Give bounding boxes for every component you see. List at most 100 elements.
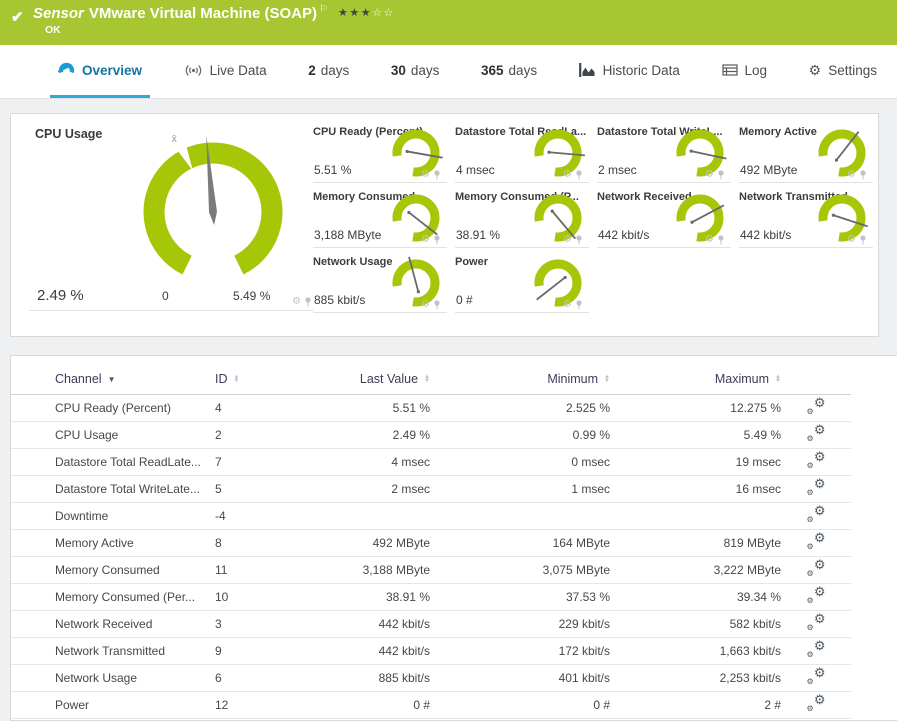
gear-icon: ⚙ — [813, 529, 826, 545]
pin-icon[interactable] — [859, 170, 867, 180]
pin-icon[interactable] — [859, 235, 867, 245]
channel-settings-icon[interactable]: ⚙ ⚙ — [807, 693, 826, 713]
gear-icon[interactable]: ⚙ — [421, 170, 430, 180]
star-icon[interactable]: ★ — [361, 7, 372, 19]
pin-icon[interactable] — [717, 170, 725, 180]
minimum-cell: 172 kbit/s — [430, 637, 610, 665]
tab-prefix: 30 — [390, 62, 406, 78]
channel-settings-icon[interactable]: ⚙ ⚙ — [806, 558, 826, 578]
minimum-cell: 0 msec — [430, 448, 610, 476]
gear-icon: ⚙ — [813, 475, 826, 491]
table-row: Network Received 3 442 kbit/s 229 kbit/s… — [11, 610, 851, 638]
gear-icon[interactable]: ⚙ — [705, 170, 714, 180]
star-icon[interactable]: ★ — [338, 7, 349, 19]
gauge-tools[interactable]: ⚙ — [847, 170, 867, 180]
gear-icon: ⚙ — [806, 541, 814, 551]
gear-icon: ⚙ — [806, 568, 814, 578]
mini-gauge-network-received[interactable]: Network Received 442 kbit/s ⚙ — [597, 191, 731, 248]
gauge-tools[interactable]: ⚙ — [421, 170, 441, 180]
average-marker: x̄ — [172, 134, 177, 145]
flag-icon[interactable]: ⚐ — [319, 4, 328, 15]
tab-log[interactable]: Log — [714, 45, 776, 98]
pin-icon[interactable] — [433, 300, 441, 310]
pin-icon[interactable] — [433, 170, 441, 180]
mini-gauge-memory-consumed-p[interactable]: Memory Consumed (P... 38.91 % ⚙ — [455, 191, 589, 248]
priority-stars[interactable]: ★★★☆☆ — [338, 7, 395, 19]
tab-2-days[interactable]: 2 days — [300, 45, 357, 98]
channel-settings-icon[interactable]: ⚙ ⚙ — [807, 450, 826, 470]
channel-settings-icon[interactable]: ⚙ ⚙ — [807, 423, 826, 443]
channel-settings-icon[interactable]: ⚙ ⚙ — [807, 396, 826, 416]
gear-icon[interactable]: ⚙ — [292, 297, 301, 307]
channel-settings-icon[interactable]: ⚙ ⚙ — [807, 475, 826, 497]
tab-historic-data[interactable]: Historic Data — [571, 45, 688, 98]
gear-icon[interactable]: ⚙ — [563, 170, 572, 180]
column-header-minimum[interactable]: Minimum ▲ ▼ — [430, 364, 610, 395]
maximum-cell: 582 kbit/s — [610, 610, 781, 638]
channel-settings-icon[interactable]: ⚙ ⚙ — [807, 639, 826, 659]
gauge-tools[interactable]: ⚙ — [421, 300, 441, 310]
channel-cell: Memory Active — [11, 529, 215, 557]
channel-settings-icon[interactable]: ⚙ ⚙ — [807, 585, 826, 605]
sort-desc-icon: ▼ — [107, 374, 116, 384]
last-value-cell: 2 msec — [300, 475, 430, 503]
gear-icon[interactable]: ⚙ — [705, 235, 714, 245]
pin-icon[interactable] — [575, 300, 583, 310]
column-header-channel[interactable]: Channel ▼ — [11, 364, 215, 395]
gauge-tools[interactable]: ⚙ — [421, 235, 441, 245]
last-value-cell: 3,188 MByte — [300, 556, 430, 584]
channel-settings-icon[interactable]: ⚙ ⚙ — [806, 529, 826, 551]
gear-icon[interactable]: ⚙ — [847, 170, 856, 180]
pin-icon[interactable] — [575, 235, 583, 245]
gear-icon[interactable]: ⚙ — [421, 300, 430, 310]
mini-gauge-memory-active[interactable]: Memory Active 492 MByte ⚙ — [739, 126, 873, 183]
mini-gauge-datastore-total-writel[interactable]: Datastore Total WriteL... 2 msec ⚙ — [597, 126, 731, 183]
mini-gauge-cpu-ready-percent[interactable]: CPU Ready (Percent) 5.51 % ⚙ — [313, 126, 447, 183]
gear-icon[interactable]: ⚙ — [563, 300, 572, 310]
gauge-tools[interactable]: ⚙ — [847, 235, 867, 245]
tab-settings[interactable]: ⚙ Settings — [801, 45, 885, 98]
table-row: Datastore Total ReadLate... 7 4 msec 0 m… — [11, 448, 851, 476]
table-row: Datastore Total WriteLate... 5 2 msec 1 … — [11, 475, 851, 503]
mini-gauge-network-transmitted[interactable]: Network Transmitted 442 kbit/s ⚙ — [739, 191, 873, 248]
column-header-tools — [781, 364, 851, 395]
gear-icon[interactable]: ⚙ — [421, 235, 430, 245]
star-icon[interactable]: ☆ — [372, 7, 383, 19]
mini-gauge-memory-consumed[interactable]: Memory Consumed 3,188 MByte ⚙ — [313, 191, 447, 248]
pin-icon[interactable] — [304, 297, 312, 307]
sort-icon: ▲ ▼ — [604, 373, 610, 385]
mini-gauge-value: 38.91 % — [456, 228, 501, 242]
pin-icon[interactable] — [717, 235, 725, 245]
mini-gauge-power[interactable]: Power 0 # ⚙ — [455, 256, 589, 313]
table-row: Memory Consumed 11 3,188 MByte 3,075 MBy… — [11, 556, 851, 584]
gauge-tools[interactable]: ⚙ — [563, 170, 583, 180]
last-value-cell: 885 kbit/s — [300, 664, 430, 692]
pin-icon[interactable] — [433, 235, 441, 245]
column-header-maximum[interactable]: Maximum ▲ ▼ — [610, 364, 781, 395]
tab-live-data[interactable]: Live Data — [176, 45, 275, 98]
gauge-tools[interactable]: ⚙ — [292, 297, 312, 307]
gauge-tools[interactable]: ⚙ — [563, 235, 583, 245]
gauge-tools[interactable]: ⚙ — [705, 170, 725, 180]
mini-gauge-network-usage[interactable]: Network Usage 885 kbit/s ⚙ — [313, 256, 447, 313]
channel-settings-icon[interactable]: ⚙ ⚙ — [807, 666, 826, 686]
id-cell: -4 — [215, 502, 300, 530]
gauge-tools[interactable]: ⚙ — [705, 235, 725, 245]
tab-overview[interactable]: Overview — [50, 45, 151, 98]
mini-gauge-datastore-total-readla[interactable]: Datastore Total ReadLa... 4 msec ⚙ — [455, 126, 589, 183]
column-header-last-value[interactable]: Last Value ▲ ▼ — [300, 364, 430, 395]
channel-settings-icon[interactable]: ⚙ ⚙ — [807, 504, 826, 524]
column-header-id[interactable]: ID ▲ ▼ — [215, 364, 300, 395]
star-icon[interactable]: ★ — [349, 7, 360, 19]
gear-icon[interactable]: ⚙ — [563, 235, 572, 245]
channel-settings-icon[interactable]: ⚙ ⚙ — [807, 612, 826, 632]
id-cell: 8 — [215, 529, 300, 557]
pin-icon[interactable] — [575, 170, 583, 180]
gauge-tools[interactable]: ⚙ — [563, 300, 583, 310]
tab-30-days[interactable]: 30 days — [383, 45, 448, 98]
tab-365-days[interactable]: 365 days — [473, 45, 545, 98]
sort-icon: ▲ ▼ — [775, 373, 781, 385]
tab-label: Settings — [828, 62, 877, 78]
gear-icon[interactable]: ⚙ — [847, 235, 856, 245]
star-icon[interactable]: ☆ — [383, 7, 394, 19]
